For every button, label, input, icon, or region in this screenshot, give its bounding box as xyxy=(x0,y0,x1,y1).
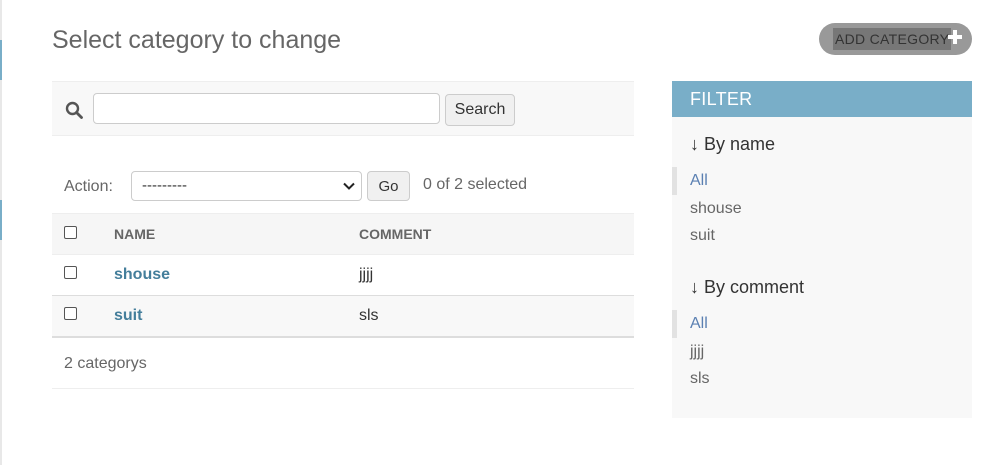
column-header-comment[interactable]: COMMENT xyxy=(359,213,634,255)
selected-count: 0 of 2 selected xyxy=(423,176,528,193)
table-header-row: NAME COMMENT xyxy=(52,213,634,255)
search-input[interactable] xyxy=(93,93,440,124)
search-button[interactable]: Search xyxy=(445,94,515,126)
name-cell: suit xyxy=(114,295,359,337)
filter-comment-sls[interactable]: sls xyxy=(690,370,710,388)
filter-name-suit[interactable]: suit xyxy=(690,227,715,245)
comment-cell: jjjj xyxy=(359,254,634,296)
row-checkbox[interactable] xyxy=(64,307,77,320)
filter-heading-name: ↓ By name xyxy=(690,134,776,154)
search-icon xyxy=(65,101,83,119)
search-toolbar: Search xyxy=(52,81,634,136)
add-category-label: ADD CATEGORY xyxy=(833,28,952,50)
filter-name-shouse[interactable]: shouse xyxy=(690,200,742,218)
go-button[interactable]: Go xyxy=(367,171,410,201)
filter-title: FILTER xyxy=(672,81,972,117)
category-link[interactable]: shouse xyxy=(114,266,170,283)
paginator: 2 categorys xyxy=(52,337,634,389)
filter-panel: FILTER ↓ By name All shouse suit ↓ By co… xyxy=(672,81,972,418)
row-checkbox-cell xyxy=(52,295,114,337)
filter-selected-marker xyxy=(672,167,677,195)
name-cell: shouse xyxy=(114,254,359,296)
edge-highlight xyxy=(0,40,2,80)
changelist: Search Action: --------- Go 0 of 2 selec… xyxy=(52,81,634,389)
table-row: suit sls xyxy=(52,295,634,337)
select-all-cell xyxy=(52,213,114,255)
add-category-button[interactable]: ADD CATEGORY xyxy=(819,23,972,55)
row-checkbox[interactable] xyxy=(64,266,77,279)
comment-cell: sls xyxy=(359,295,634,337)
filter-comment-all[interactable]: All xyxy=(690,315,708,333)
results-table: NAME COMMENT shouse jjjj suit sls xyxy=(52,213,634,337)
select-all-checkbox[interactable] xyxy=(64,226,77,239)
action-label: Action: xyxy=(64,178,113,195)
edge-highlight xyxy=(0,200,2,240)
action-select[interactable]: --------- xyxy=(131,171,362,201)
column-header-name[interactable]: NAME xyxy=(114,213,359,255)
page-title: Select category to change xyxy=(52,26,342,54)
filter-comment-jjjj[interactable]: jjjj xyxy=(690,343,704,361)
filter-heading-comment: ↓ By comment xyxy=(690,277,805,297)
action-select-value: --------- xyxy=(142,177,187,194)
window-left-edge xyxy=(0,0,2,465)
plus-icon xyxy=(948,30,962,44)
row-checkbox-cell xyxy=(52,254,114,296)
table-row: shouse jjjj xyxy=(52,254,634,296)
category-link[interactable]: suit xyxy=(114,307,142,324)
filter-name-all[interactable]: All xyxy=(690,172,708,190)
filter-selected-marker xyxy=(672,310,677,338)
chevron-down-icon xyxy=(343,182,355,190)
